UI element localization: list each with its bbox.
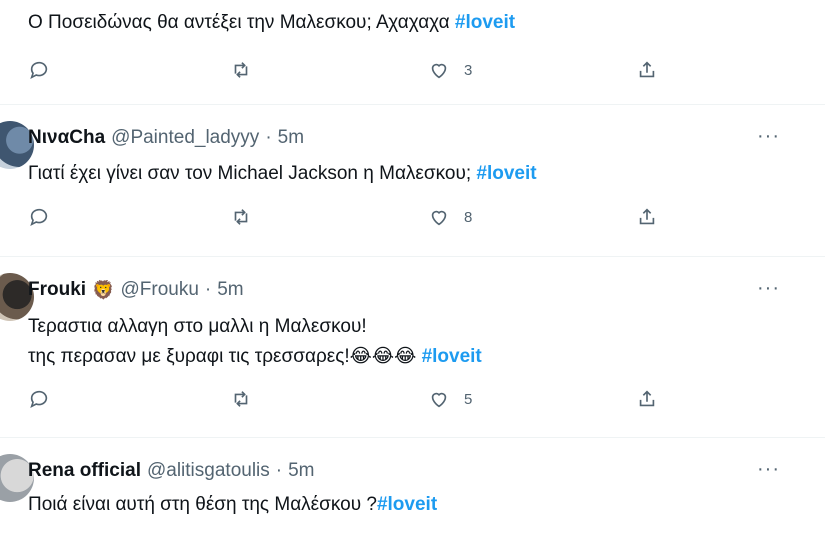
share-icon	[639, 208, 655, 225]
display-name[interactable]: ΝιναCha	[28, 127, 105, 149]
display-name[interactable]: Frouki	[28, 279, 86, 301]
share-icon	[639, 390, 655, 407]
reply-icon	[30, 208, 48, 226]
like-count: 3	[464, 61, 473, 79]
tweet-text: Γιατί έχει γίνει σαν τον Michael Jackson…	[28, 159, 537, 189]
display-name[interactable]: Rena official	[28, 460, 141, 482]
more-options-icon[interactable]: ···	[757, 458, 780, 481]
separator-dot: ·	[265, 127, 272, 148]
tweet-header: Frouki 🦁 @Frouku · 5m	[28, 277, 244, 303]
divider	[0, 256, 825, 257]
heart-icon	[431, 392, 447, 408]
like-count: 8	[464, 208, 473, 226]
retweet-icon	[234, 391, 248, 407]
tweet-text-line-1: Τεραστια αλλαγη στο μαλλι η Μαλεσκου!	[28, 316, 367, 337]
like-button[interactable]: 5	[428, 388, 472, 410]
tweet-header: ΝιναCha @Painted_ladyyy · 5m	[28, 125, 304, 151]
reply-icon	[30, 61, 48, 79]
more-options-icon[interactable]: ···	[757, 277, 780, 300]
reply-button[interactable]	[28, 206, 50, 228]
reply-button[interactable]	[28, 59, 50, 81]
like-button[interactable]: 3	[428, 59, 472, 81]
tweet-text-body: Ποιά είναι αυτή στη θέση της Μαλέσκου ?	[28, 494, 377, 515]
lion-emoji-icon: 🦁	[92, 279, 115, 300]
share-icon	[639, 61, 655, 78]
retweet-button[interactable]	[230, 388, 252, 410]
share-button[interactable]	[636, 206, 658, 228]
tweet-actions: 3	[0, 59, 825, 89]
handle[interactable]: @Painted_ladyyy	[111, 127, 259, 149]
handle[interactable]: @alitisgatoulis	[147, 460, 270, 482]
tweet-text: Τεραστια αλλαγη στο μαλλι η Μαλεσκου! τη…	[28, 312, 482, 372]
hashtag-link[interactable]: #loveit	[377, 494, 437, 515]
reply-icon	[30, 390, 48, 408]
retweet-icon	[234, 209, 248, 225]
separator-dot: ·	[275, 460, 283, 481]
retweet-button[interactable]	[230, 206, 252, 228]
retweet-icon	[234, 62, 248, 78]
tweet-text-body: της περασαν με ξυραφι τις τρεσσαρες!😂😂😂	[28, 346, 422, 367]
tweet-text: Ο Ποσειδώνας θα αντέξει την Μαλεσκου; Αχ…	[28, 8, 515, 38]
timestamp[interactable]: 5m	[217, 279, 243, 301]
like-count: 5	[464, 390, 473, 408]
tweet-actions: 5	[0, 388, 825, 418]
share-button[interactable]	[636, 388, 658, 410]
hashtag-link[interactable]: #loveit	[455, 12, 515, 33]
hashtag-link[interactable]: #loveit	[476, 163, 536, 184]
heart-icon	[431, 210, 447, 226]
tweet-text-body: Γιατί έχει γίνει σαν τον Michael Jackson…	[28, 163, 477, 184]
tweet-text-body: Ο Ποσειδώνας θα αντέξει την Μαλεσκου; Αχ…	[28, 12, 455, 33]
heart-icon	[431, 63, 447, 79]
hashtag-link[interactable]: #loveit	[422, 346, 482, 367]
retweet-button[interactable]	[230, 59, 252, 81]
reply-button[interactable]	[28, 388, 50, 410]
like-button[interactable]: 8	[428, 206, 472, 228]
tweet-text-line-2: της περασαν με ξυραφι τις τρεσσαρες!😂😂😂 …	[28, 342, 482, 372]
share-button[interactable]	[636, 59, 658, 81]
tweet-text: Ποιά είναι αυτή στη θέση της Μαλέσκου ?#…	[28, 490, 437, 520]
more-options-icon[interactable]: ···	[757, 125, 780, 148]
divider	[0, 437, 825, 438]
separator-dot: ·	[204, 279, 212, 300]
timestamp[interactable]: 5m	[278, 127, 304, 149]
tweet-header: Rena official @alitisgatoulis · 5m	[28, 458, 315, 484]
timestamp[interactable]: 5m	[288, 460, 314, 482]
divider	[0, 104, 825, 105]
tweet-actions: 8	[0, 206, 825, 236]
handle[interactable]: @Frouku	[120, 279, 198, 301]
